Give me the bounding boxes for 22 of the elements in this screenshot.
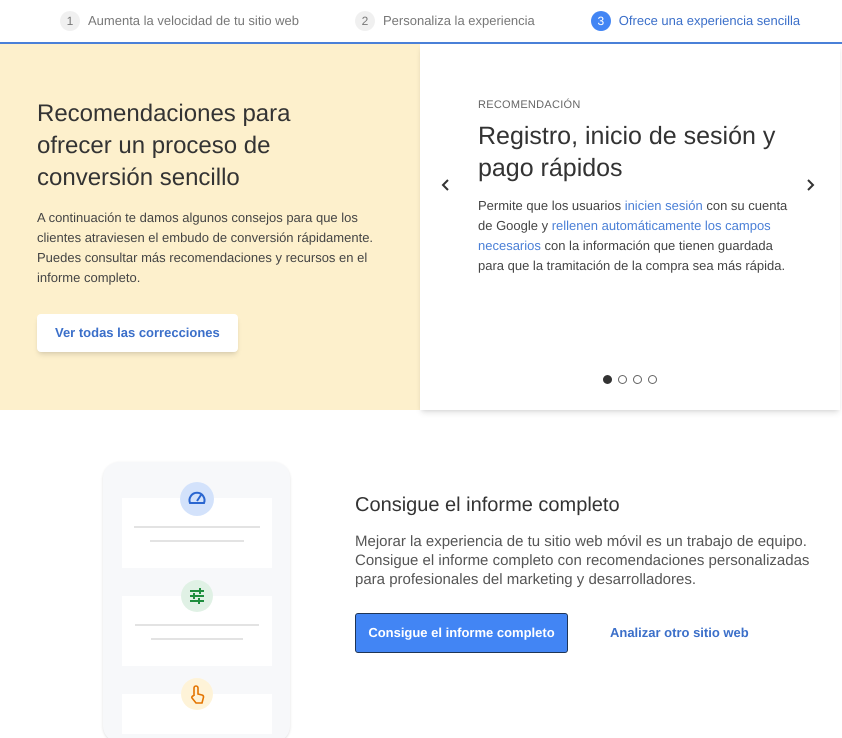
step-number: 1 xyxy=(60,11,80,31)
step-tab[interactable]: 3 Ofrece una experiencia sencilla xyxy=(590,11,800,31)
report-title: Consigue el informe completo xyxy=(355,493,621,518)
step-label: Aumenta la velocidad de tu sitio web xyxy=(88,12,300,30)
text-link[interactable]: necesarios xyxy=(478,238,541,252)
step-number: 3 xyxy=(590,11,611,31)
report-text: Mejorar la experiencia de tu sitio web móvil es un trabajo de equipo. Consigue el informe completo con recomendaciones personalizadas para profesionales del marketing y desarrolladores. xyxy=(355,532,810,589)
text-link[interactable]: rellenen automáticamente los campos xyxy=(552,218,771,232)
get-report-button[interactable]: Consigue el informe completo xyxy=(355,613,568,653)
text-link[interactable]: inicien sesión xyxy=(624,198,703,212)
step-tab[interactable]: 1 Aumenta la velocidad de tu sitio web xyxy=(60,11,300,31)
analyze-site-link[interactable]: Analizar otro sitio web xyxy=(610,623,749,643)
intro-text: A continuación te damos algunos consejos para que los clientes atraviesen el embudo de conversión rápidamente. Puedes consultar más recomendaciones y recursos en el informe completo. xyxy=(37,209,374,287)
step-number: 2 xyxy=(355,11,376,31)
step-tab[interactable]: 2 Personaliza la experiencia xyxy=(355,11,535,31)
step-label: Personaliza la experiencia xyxy=(383,12,535,30)
recommendation-label: RECOMENDACIÓN xyxy=(478,98,582,113)
view-corrections-button[interactable]: Ver todas las correcciones xyxy=(37,314,238,352)
intro-title: Recomendaciones para ofrecer un proceso de conversión sencillo xyxy=(37,99,292,193)
recommendation-text: Permite que los usuarios inicien sesión con su cuenta de Google y rellenen automáticamente los campos necesarios con la información que tienen guardada para que la tramitación de la compra sea más rápida. xyxy=(478,196,788,275)
step-label: Ofrece una experiencia sencilla xyxy=(618,12,800,30)
recommendation-title: Registro, inicio de sesión y pago rápidos xyxy=(478,120,776,184)
